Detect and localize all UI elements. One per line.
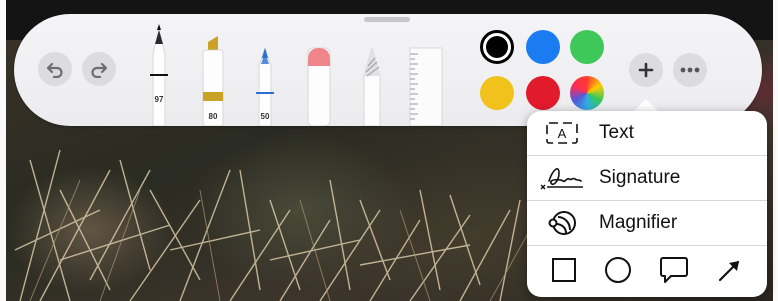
window-frame-right xyxy=(773,0,778,301)
marker-icon xyxy=(202,36,224,126)
ruler-tool[interactable] xyxy=(408,14,446,126)
redo-icon xyxy=(91,62,108,78)
speech-bubble-icon xyxy=(660,257,688,283)
menu-item-label: Signature xyxy=(599,167,681,188)
shape-speech-bubble-button[interactable] xyxy=(659,255,689,285)
menu-item-text[interactable]: A Text xyxy=(527,111,767,155)
color-black-selected[interactable] xyxy=(480,30,514,64)
ellipsis-icon xyxy=(680,67,700,73)
color-yellow[interactable] xyxy=(480,76,514,110)
add-button[interactable] xyxy=(629,53,663,87)
menu-divider xyxy=(527,245,767,246)
pen-tool[interactable]: 97 xyxy=(146,14,172,126)
signature-icon xyxy=(539,163,585,193)
menu-item-signature[interactable]: Signature xyxy=(527,156,767,200)
lasso-icon xyxy=(363,46,381,126)
marker-tool[interactable]: 80 xyxy=(198,14,228,126)
pencil-opacity-label: 50 xyxy=(260,112,270,121)
menu-item-label: Magnifier xyxy=(599,212,678,233)
text-box-icon: A xyxy=(539,118,585,148)
undo-icon xyxy=(46,62,63,78)
color-blue[interactable] xyxy=(526,30,560,64)
pencil-icon xyxy=(256,46,274,126)
shape-arrow-button[interactable] xyxy=(715,255,745,285)
arrow-icon xyxy=(718,260,740,282)
ruler-icon xyxy=(409,47,443,126)
svg-text:A: A xyxy=(558,126,567,141)
menu-item-label: Text xyxy=(599,122,634,143)
plus-icon xyxy=(638,62,654,78)
eraser-tool[interactable] xyxy=(304,14,334,126)
color-red[interactable] xyxy=(526,76,560,110)
undo-button[interactable] xyxy=(38,52,72,86)
more-button[interactable] xyxy=(673,53,707,87)
shape-circle-button[interactable] xyxy=(603,255,633,285)
shape-square-button[interactable] xyxy=(549,255,579,285)
marker-opacity-label: 80 xyxy=(208,112,218,121)
color-green[interactable] xyxy=(570,30,604,64)
redo-button[interactable] xyxy=(82,52,116,86)
color-picker-wheel[interactable] xyxy=(570,76,604,110)
lasso-tool[interactable] xyxy=(358,14,386,126)
pen-icon xyxy=(150,24,168,126)
square-icon xyxy=(552,258,576,282)
menu-item-magnifier[interactable]: Magnifier xyxy=(527,201,767,245)
pen-opacity-label: 97 xyxy=(154,95,164,104)
window-frame-left xyxy=(0,0,6,301)
circle-icon xyxy=(605,257,631,283)
add-menu: A Text Signature Magnifier xyxy=(527,111,767,297)
black-swatch-fill xyxy=(486,36,508,58)
eraser-icon xyxy=(307,47,331,126)
magnifier-icon xyxy=(539,208,585,238)
pencil-tool[interactable]: 50 xyxy=(252,14,278,126)
